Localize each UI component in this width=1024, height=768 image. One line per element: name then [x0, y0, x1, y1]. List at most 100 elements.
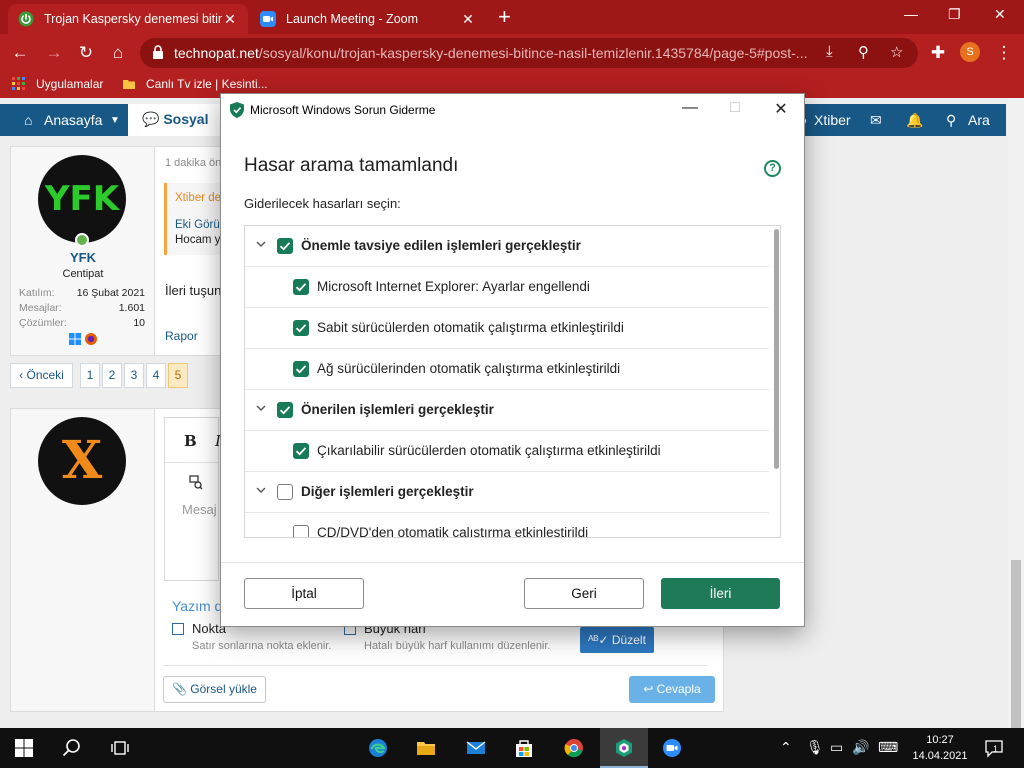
pagination-prev[interactable]: ‹ Önceki [10, 363, 73, 388]
volume-icon[interactable]: 🔊 [852, 739, 869, 756]
help-icon[interactable]: ? [764, 160, 781, 177]
bold-button[interactable]: B [184, 432, 197, 450]
checkbox-unchecked[interactable] [293, 525, 309, 537]
maximize-icon[interactable]: □ [725, 99, 745, 117]
back-button[interactable]: Geri [524, 578, 644, 609]
close-tab-icon[interactable]: ✕ [460, 11, 476, 28]
checkbox-checked[interactable] [293, 279, 309, 295]
profile-avatar[interactable]: S [960, 42, 980, 62]
format-paint-icon[interactable] [187, 474, 203, 490]
issue-row[interactable]: Ağ sürücülerinden otomatik çalıştırma et… [245, 349, 769, 390]
reload-icon[interactable]: ↻ [74, 41, 98, 65]
list-scrollbar-thumb[interactable] [774, 229, 779, 469]
bookmark-canli-tv[interactable]: Canlı Tv izle | Kesinti... [122, 77, 268, 91]
reply-button[interactable]: ↩ Cevapla [629, 676, 715, 703]
message-editor[interactable]: B I Mesaj [164, 417, 221, 581]
checkbox-checked[interactable] [293, 320, 309, 336]
scrollbar-thumb[interactable] [1011, 560, 1021, 746]
report-link[interactable]: Rapor [165, 329, 198, 343]
page-scrollbar[interactable] [1008, 98, 1024, 746]
nav-search[interactable]: Ara [968, 112, 990, 128]
post-time[interactable]: 1 dakika ön [165, 157, 221, 169]
pagination-page[interactable]: 1 [80, 363, 100, 388]
tab-trojan-kaspersky[interactable]: Trojan Kaspersky denemesi bitince ✕ [8, 4, 248, 34]
store-icon[interactable] [514, 738, 534, 758]
zoom-icon[interactable] [662, 738, 682, 758]
checkbox-checked[interactable] [277, 238, 293, 254]
bookmark-apps[interactable]: Uygulamalar [12, 77, 103, 91]
close-tab-icon[interactable]: ✕ [222, 11, 238, 28]
mail-icon[interactable] [466, 738, 486, 758]
checkbox-checked[interactable] [293, 361, 309, 377]
issue-row[interactable]: Çıkarılabilir sürücülerden otomatik çalı… [245, 431, 769, 472]
nav-social[interactable]: 💬 Sosyal [128, 104, 220, 136]
minimize-icon[interactable]: — [904, 6, 918, 22]
username[interactable]: YFK [11, 250, 155, 265]
edge-icon[interactable] [368, 738, 388, 758]
lock-icon[interactable] [152, 45, 164, 59]
issue-row[interactable]: Sabit sürücülerden otomatik çalıştırma e… [245, 308, 769, 349]
restore-icon[interactable]: ❐ [948, 6, 961, 23]
tab-zoom[interactable]: Launch Meeting - Zoom ✕ [250, 4, 486, 34]
option-nokta[interactable]: Nokta [172, 621, 226, 636]
menu-icon[interactable]: ⋮ [992, 41, 1016, 65]
checkbox-icon[interactable] [172, 623, 184, 635]
chevron-down-icon[interactable] [255, 402, 267, 414]
cancel-button[interactable]: İptal [244, 578, 364, 609]
option-description: Satır sonlarına nokta eklenir. [192, 640, 332, 652]
pagination-page-current[interactable]: 5 [168, 363, 188, 388]
search-icon[interactable]: ⚲ [946, 112, 956, 129]
pagination-page[interactable]: 4 [146, 363, 166, 388]
issue-group-row[interactable]: Önerilen işlemleri gerçekleştir [245, 390, 769, 431]
checkbox-checked[interactable] [277, 402, 293, 418]
issue-group-row[interactable]: Diğer işlemleri gerçekleştir [245, 472, 769, 513]
checkbox-checked[interactable] [293, 443, 309, 459]
nav-dropdown-icon[interactable]: ▼ [110, 115, 120, 126]
issue-group-row[interactable]: Önemle tavsiye edilen işlemleri gerçekle… [245, 226, 769, 267]
clock[interactable]: 10:27 14.04.2021 [910, 732, 970, 764]
home-icon[interactable]: ⌂ [106, 41, 130, 65]
pagination-page[interactable]: 2 [102, 363, 122, 388]
notification-center[interactable]: 1 [984, 738, 1004, 758]
chevron-down-icon[interactable] [255, 484, 267, 496]
new-tab-icon[interactable]: + [498, 6, 511, 28]
close-icon[interactable]: ✕ [771, 99, 791, 119]
avatar[interactable]: X [38, 417, 126, 505]
search-icon[interactable] [62, 738, 82, 758]
issue-row[interactable]: CD/DVD'den otomatik çalıştırma etkinleşt… [245, 513, 769, 537]
forward-icon[interactable]: → [42, 41, 66, 65]
minimize-icon[interactable]: — [680, 99, 700, 117]
extensions-icon[interactable]: ✚ [926, 41, 950, 65]
network-icon[interactable]: ▭ [830, 739, 843, 756]
issue-list[interactable]: Önemle tavsiye edilen işlemleri gerçekle… [244, 225, 781, 538]
avatar[interactable]: YFK [38, 155, 126, 243]
zoom-lens-icon[interactable]: ⚲ [858, 43, 869, 61]
address-bar[interactable]: technopat.net/sosyal/konu/trojan-kaspers… [140, 38, 918, 68]
next-button[interactable]: İleri [661, 578, 780, 609]
quote-author[interactable]: Xtiber de [175, 192, 221, 204]
bell-icon[interactable]: 🔔 [906, 112, 923, 129]
checkbox-unchecked[interactable] [277, 484, 293, 500]
fix-button[interactable]: ᴬᴮ✓ Düzelt [580, 627, 654, 653]
keyboard-icon[interactable]: ⌨ [878, 739, 898, 756]
nav-home[interactable]: Anasayfa [44, 112, 102, 128]
dialog-titlebar[interactable]: Microsoft Windows Sorun Giderme — □ ✕ [221, 94, 804, 126]
chevron-down-icon[interactable] [255, 238, 267, 250]
file-explorer-icon[interactable] [416, 738, 436, 758]
chrome-icon[interactable] [564, 738, 584, 758]
pagination-page[interactable]: 3 [124, 363, 144, 388]
upload-image-button[interactable]: 📎 Görsel yükle [163, 676, 266, 703]
close-window-icon[interactable]: ✕ [994, 6, 1006, 23]
install-icon[interactable]: ⤓ [826, 43, 833, 60]
bookmark-star-icon[interactable]: ☆ [890, 43, 903, 61]
microphone-icon[interactable]: 🎙 [806, 739, 824, 756]
taskbar-active-app[interactable] [600, 728, 648, 768]
chevron-up-icon[interactable]: ⌃ [780, 739, 792, 756]
quote-link[interactable]: Eki Görü [175, 219, 220, 231]
windows-start-icon[interactable] [14, 738, 34, 758]
back-icon[interactable]: ← [8, 41, 32, 65]
nav-user[interactable]: Xtiber [814, 112, 851, 128]
issue-row[interactable]: Microsoft Internet Explorer: Ayarlar eng… [245, 267, 769, 308]
task-view-icon[interactable] [110, 738, 130, 758]
mail-icon[interactable]: ✉ [870, 112, 882, 129]
